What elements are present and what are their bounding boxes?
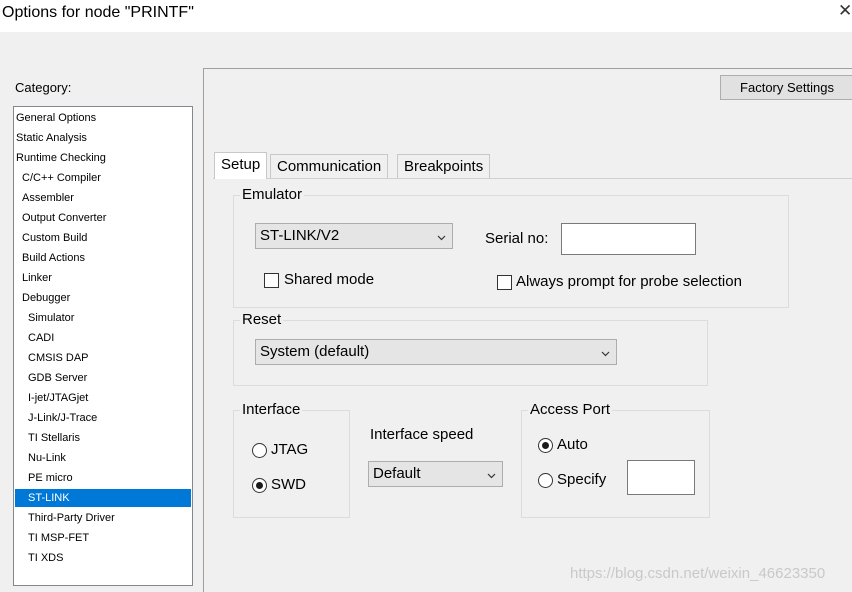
category-item-custom-build[interactable]: Custom Build bbox=[22, 229, 87, 247]
category-item-ti-xds[interactable]: TI XDS bbox=[28, 549, 63, 567]
swd-radio[interactable] bbox=[252, 478, 267, 493]
category-item-pe-micro[interactable]: PE micro bbox=[28, 469, 73, 487]
access-port-group-title: Access Port bbox=[528, 401, 613, 418]
reset-select-value: System (default) bbox=[260, 343, 370, 360]
always-prompt-label: Always prompt for probe selection bbox=[516, 273, 742, 290]
specify-port-input[interactable] bbox=[627, 460, 695, 495]
jtag-radio[interactable] bbox=[252, 443, 267, 458]
chevron-down-icon bbox=[601, 351, 610, 357]
tab-setup[interactable]: Setup bbox=[214, 152, 268, 179]
tab-strip-divider bbox=[213, 178, 852, 179]
always-prompt-checkbox[interactable] bbox=[497, 275, 512, 290]
category-item-cmsis-dap[interactable]: CMSIS DAP bbox=[28, 349, 89, 367]
shared-mode-checkbox[interactable] bbox=[264, 273, 279, 288]
interface-group-title: Interface bbox=[240, 401, 303, 418]
category-item-general-options[interactable]: General Options bbox=[16, 109, 96, 127]
chevron-down-icon bbox=[487, 473, 496, 479]
category-item-j-link-j-trace[interactable]: J-Link/J-Trace bbox=[28, 409, 97, 427]
reset-select[interactable]: System (default) bbox=[255, 339, 617, 365]
interface-speed-label: Interface speed bbox=[370, 426, 474, 443]
category-item-st-link[interactable]: ST-LINK bbox=[15, 489, 191, 507]
category-item-c-c-compiler[interactable]: C/C++ Compiler bbox=[22, 169, 101, 187]
category-item-linker[interactable]: Linker bbox=[22, 269, 52, 287]
category-item-cadi[interactable]: CADI bbox=[28, 329, 54, 347]
serial-no-label: Serial no: bbox=[485, 230, 549, 247]
category-item-gdb-server[interactable]: GDB Server bbox=[28, 369, 87, 387]
category-item-third-party-driver[interactable]: Third-Party Driver bbox=[28, 509, 115, 527]
watermark-text: https://blog.csdn.net/weixin_46623350 bbox=[570, 565, 826, 582]
auto-radio[interactable] bbox=[538, 438, 553, 453]
category-list[interactable]: General Options Static Analysis Runtime Ch… bbox=[13, 106, 193, 586]
factory-settings-button[interactable]: Factory Settings bbox=[720, 75, 852, 100]
category-item-ti-msp-fet[interactable]: TI MSP-FET bbox=[28, 529, 89, 547]
interface-speed-select[interactable]: Default bbox=[368, 461, 503, 487]
category-item-output-converter[interactable]: Output Converter bbox=[22, 209, 106, 227]
interface-group bbox=[233, 410, 350, 518]
interface-speed-value: Default bbox=[373, 465, 421, 482]
specify-label: Specify bbox=[557, 471, 607, 488]
title-bar: Options for node "PRINTF" ✕ bbox=[0, 0, 852, 32]
category-item-build-actions[interactable]: Build Actions bbox=[22, 249, 85, 267]
emulator-group bbox=[233, 195, 789, 308]
close-icon[interactable]: ✕ bbox=[838, 2, 852, 19]
auto-label: Auto bbox=[557, 436, 588, 453]
category-item-simulator[interactable]: Simulator bbox=[28, 309, 74, 327]
reset-group-title: Reset bbox=[240, 311, 284, 328]
swd-label: SWD bbox=[271, 476, 306, 493]
shared-mode-label: Shared mode bbox=[284, 271, 375, 288]
category-item-i-jet-jtagjet[interactable]: I-jet/JTAGjet bbox=[28, 389, 88, 407]
category-item-static-analysis[interactable]: Static Analysis bbox=[16, 129, 87, 147]
emulator-select[interactable]: ST-LINK/V2 bbox=[255, 223, 453, 249]
category-label: Category: bbox=[15, 80, 72, 95]
category-item-runtime-checking[interactable]: Runtime Checking bbox=[16, 149, 106, 167]
window-title: Options for node "PRINTF" bbox=[2, 4, 194, 21]
category-item-debugger[interactable]: Debugger bbox=[22, 289, 70, 307]
emulator-select-value: ST-LINK/V2 bbox=[260, 227, 340, 244]
specify-radio[interactable] bbox=[538, 473, 553, 488]
serial-no-input[interactable] bbox=[561, 223, 696, 255]
category-item-assembler[interactable]: Assembler bbox=[22, 189, 74, 207]
chevron-down-icon bbox=[437, 235, 446, 241]
category-item-nu-link[interactable]: Nu-Link bbox=[28, 449, 66, 467]
category-item-ti-stellaris[interactable]: TI Stellaris bbox=[28, 429, 80, 447]
emulator-group-title: Emulator bbox=[240, 186, 305, 203]
jtag-label: JTAG bbox=[271, 441, 309, 458]
tab-communication[interactable]: Communication bbox=[270, 154, 389, 178]
tab-breakpoints[interactable]: Breakpoints bbox=[397, 154, 491, 178]
